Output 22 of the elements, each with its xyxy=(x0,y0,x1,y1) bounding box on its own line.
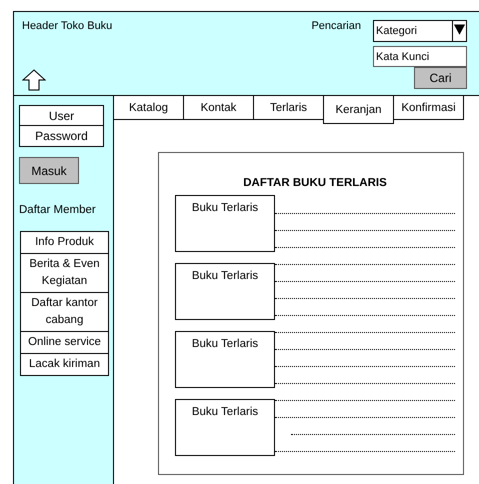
book-card: Buku Terlaris xyxy=(175,263,275,320)
tab[interactable]: Keranjan xyxy=(323,96,394,124)
category-select[interactable]: Kategori xyxy=(373,20,467,42)
search-button[interactable]: Cari xyxy=(414,67,467,89)
login-button[interactable]: Masuk xyxy=(19,157,79,184)
password-field[interactable]: Password xyxy=(19,126,104,147)
menu-item[interactable]: Daftar kantor cabang xyxy=(20,292,109,332)
menu-item[interactable]: Online service xyxy=(20,331,109,354)
menu-item[interactable]: Info Produk xyxy=(20,231,109,254)
user-field[interactable]: User xyxy=(19,105,104,126)
keyword-field[interactable]: Kata Kunci xyxy=(373,46,467,67)
book-card: Buku Terlaris xyxy=(175,399,275,456)
menu-item[interactable]: Berita & Even Kegiatan xyxy=(20,253,109,293)
dropdown-arrow-icon[interactable] xyxy=(452,21,466,41)
panel-title: DAFTAR BUKU TERLARIS xyxy=(242,177,388,189)
book-card: Buku Terlaris xyxy=(175,195,275,252)
search-label: Pencarian xyxy=(311,20,361,34)
menu-item[interactable]: Lacak kiriman xyxy=(20,353,109,376)
up-arrow-icon xyxy=(22,69,46,91)
book-card: Buku Terlaris xyxy=(175,331,275,388)
register-link[interactable]: Daftar Member xyxy=(19,204,113,216)
header-title: Header Toko Buku xyxy=(22,20,114,32)
